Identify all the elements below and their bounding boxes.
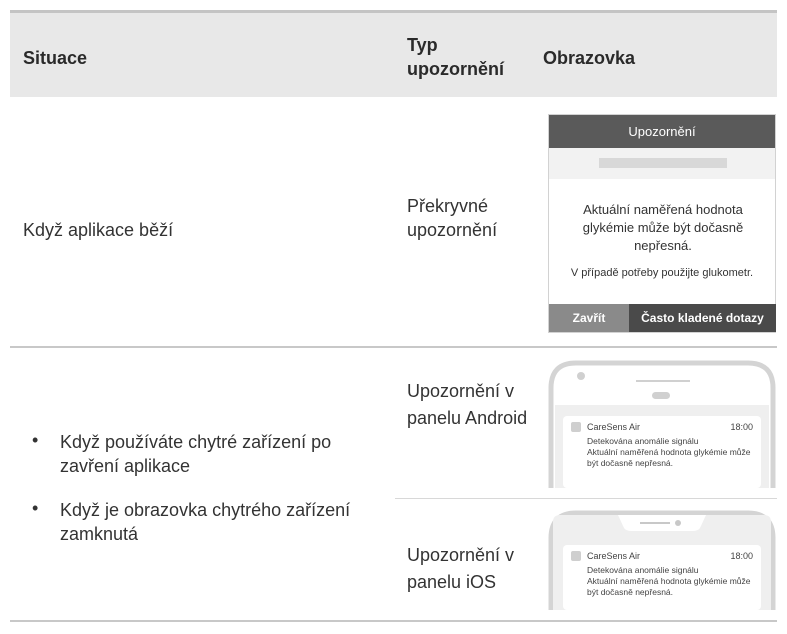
bullet-item-1: Když používáte chytré zařízení po zavřen… xyxy=(60,432,332,476)
faq-button[interactable]: Často kladené dotazy xyxy=(629,304,776,332)
bullet-item-2: Když je obrazovka chytrého zařízení zamk… xyxy=(60,500,351,544)
android-line1: Detekována anomálie signálu xyxy=(587,436,699,446)
ios-app-name: CareSens Air xyxy=(587,551,641,561)
close-button[interactable]: Zavřít xyxy=(549,304,629,332)
app-icon xyxy=(571,551,581,561)
popup-placeholder-bar xyxy=(599,158,727,168)
app-icon xyxy=(571,422,581,432)
popup-note: V případě potřeby použijte glukometr. xyxy=(570,267,754,279)
header-situation: Situace xyxy=(23,48,88,68)
table-bottom-border xyxy=(10,620,777,622)
bullet-dot: • xyxy=(32,498,39,518)
ios-notification-body: Detekována anomálie signálu Aktuální nam… xyxy=(587,565,757,598)
header-notification-type: Typ upozornění xyxy=(407,35,504,79)
android-type: Upozornění v panelu Android xyxy=(407,381,528,428)
popup-subbar xyxy=(549,148,775,179)
camera-icon xyxy=(577,372,585,380)
row-divider xyxy=(10,346,777,348)
android-line2: Aktuální naměřená hodnota glykémie může … xyxy=(587,447,751,468)
android-app-name: CareSens Air xyxy=(587,422,641,432)
row1-type: Překryvné upozornění xyxy=(407,196,498,240)
popup-title: Upozornění xyxy=(549,115,775,148)
overlay-notification-preview: Upozornění Aktuální naměřená hodnota gly… xyxy=(548,114,776,333)
ios-type: Upozornění v panelu iOS xyxy=(407,545,515,592)
sub-row-divider xyxy=(395,498,777,499)
header-screen: Obrazovka xyxy=(543,48,636,68)
bullet-dot: • xyxy=(32,430,39,450)
android-time: 18:00 xyxy=(730,422,753,432)
ios-line2: Aktuální naměřená hodnota glykémie může … xyxy=(587,576,751,597)
notification-table: Situace Typ upozornění Obrazovka Když ap… xyxy=(10,10,777,632)
ios-line1: Detekována anomálie signálu xyxy=(587,565,699,575)
ios-notification-card[interactable]: CareSens Air 18:00 Detekována anomálie s… xyxy=(563,545,761,610)
android-notification-card[interactable]: CareSens Air 18:00 Detekována anomálie s… xyxy=(563,416,761,488)
android-notification-body: Detekována anomálie signálu Aktuální nam… xyxy=(587,436,757,469)
ios-time: 18:00 xyxy=(730,551,753,561)
ios-phone-mockup: CareSens Air 18:00 Detekována anomálie s… xyxy=(548,510,776,610)
table-header: Situace Typ upozornění Obrazovka xyxy=(10,10,777,97)
android-phone-mockup: CareSens Air 18:00 Detekována anomálie s… xyxy=(548,360,776,488)
popup-message: Aktuální naměřená hodnota glykémie může … xyxy=(582,202,744,253)
camera-icon xyxy=(675,520,681,526)
row1-situation: Když aplikace běží xyxy=(23,220,174,240)
